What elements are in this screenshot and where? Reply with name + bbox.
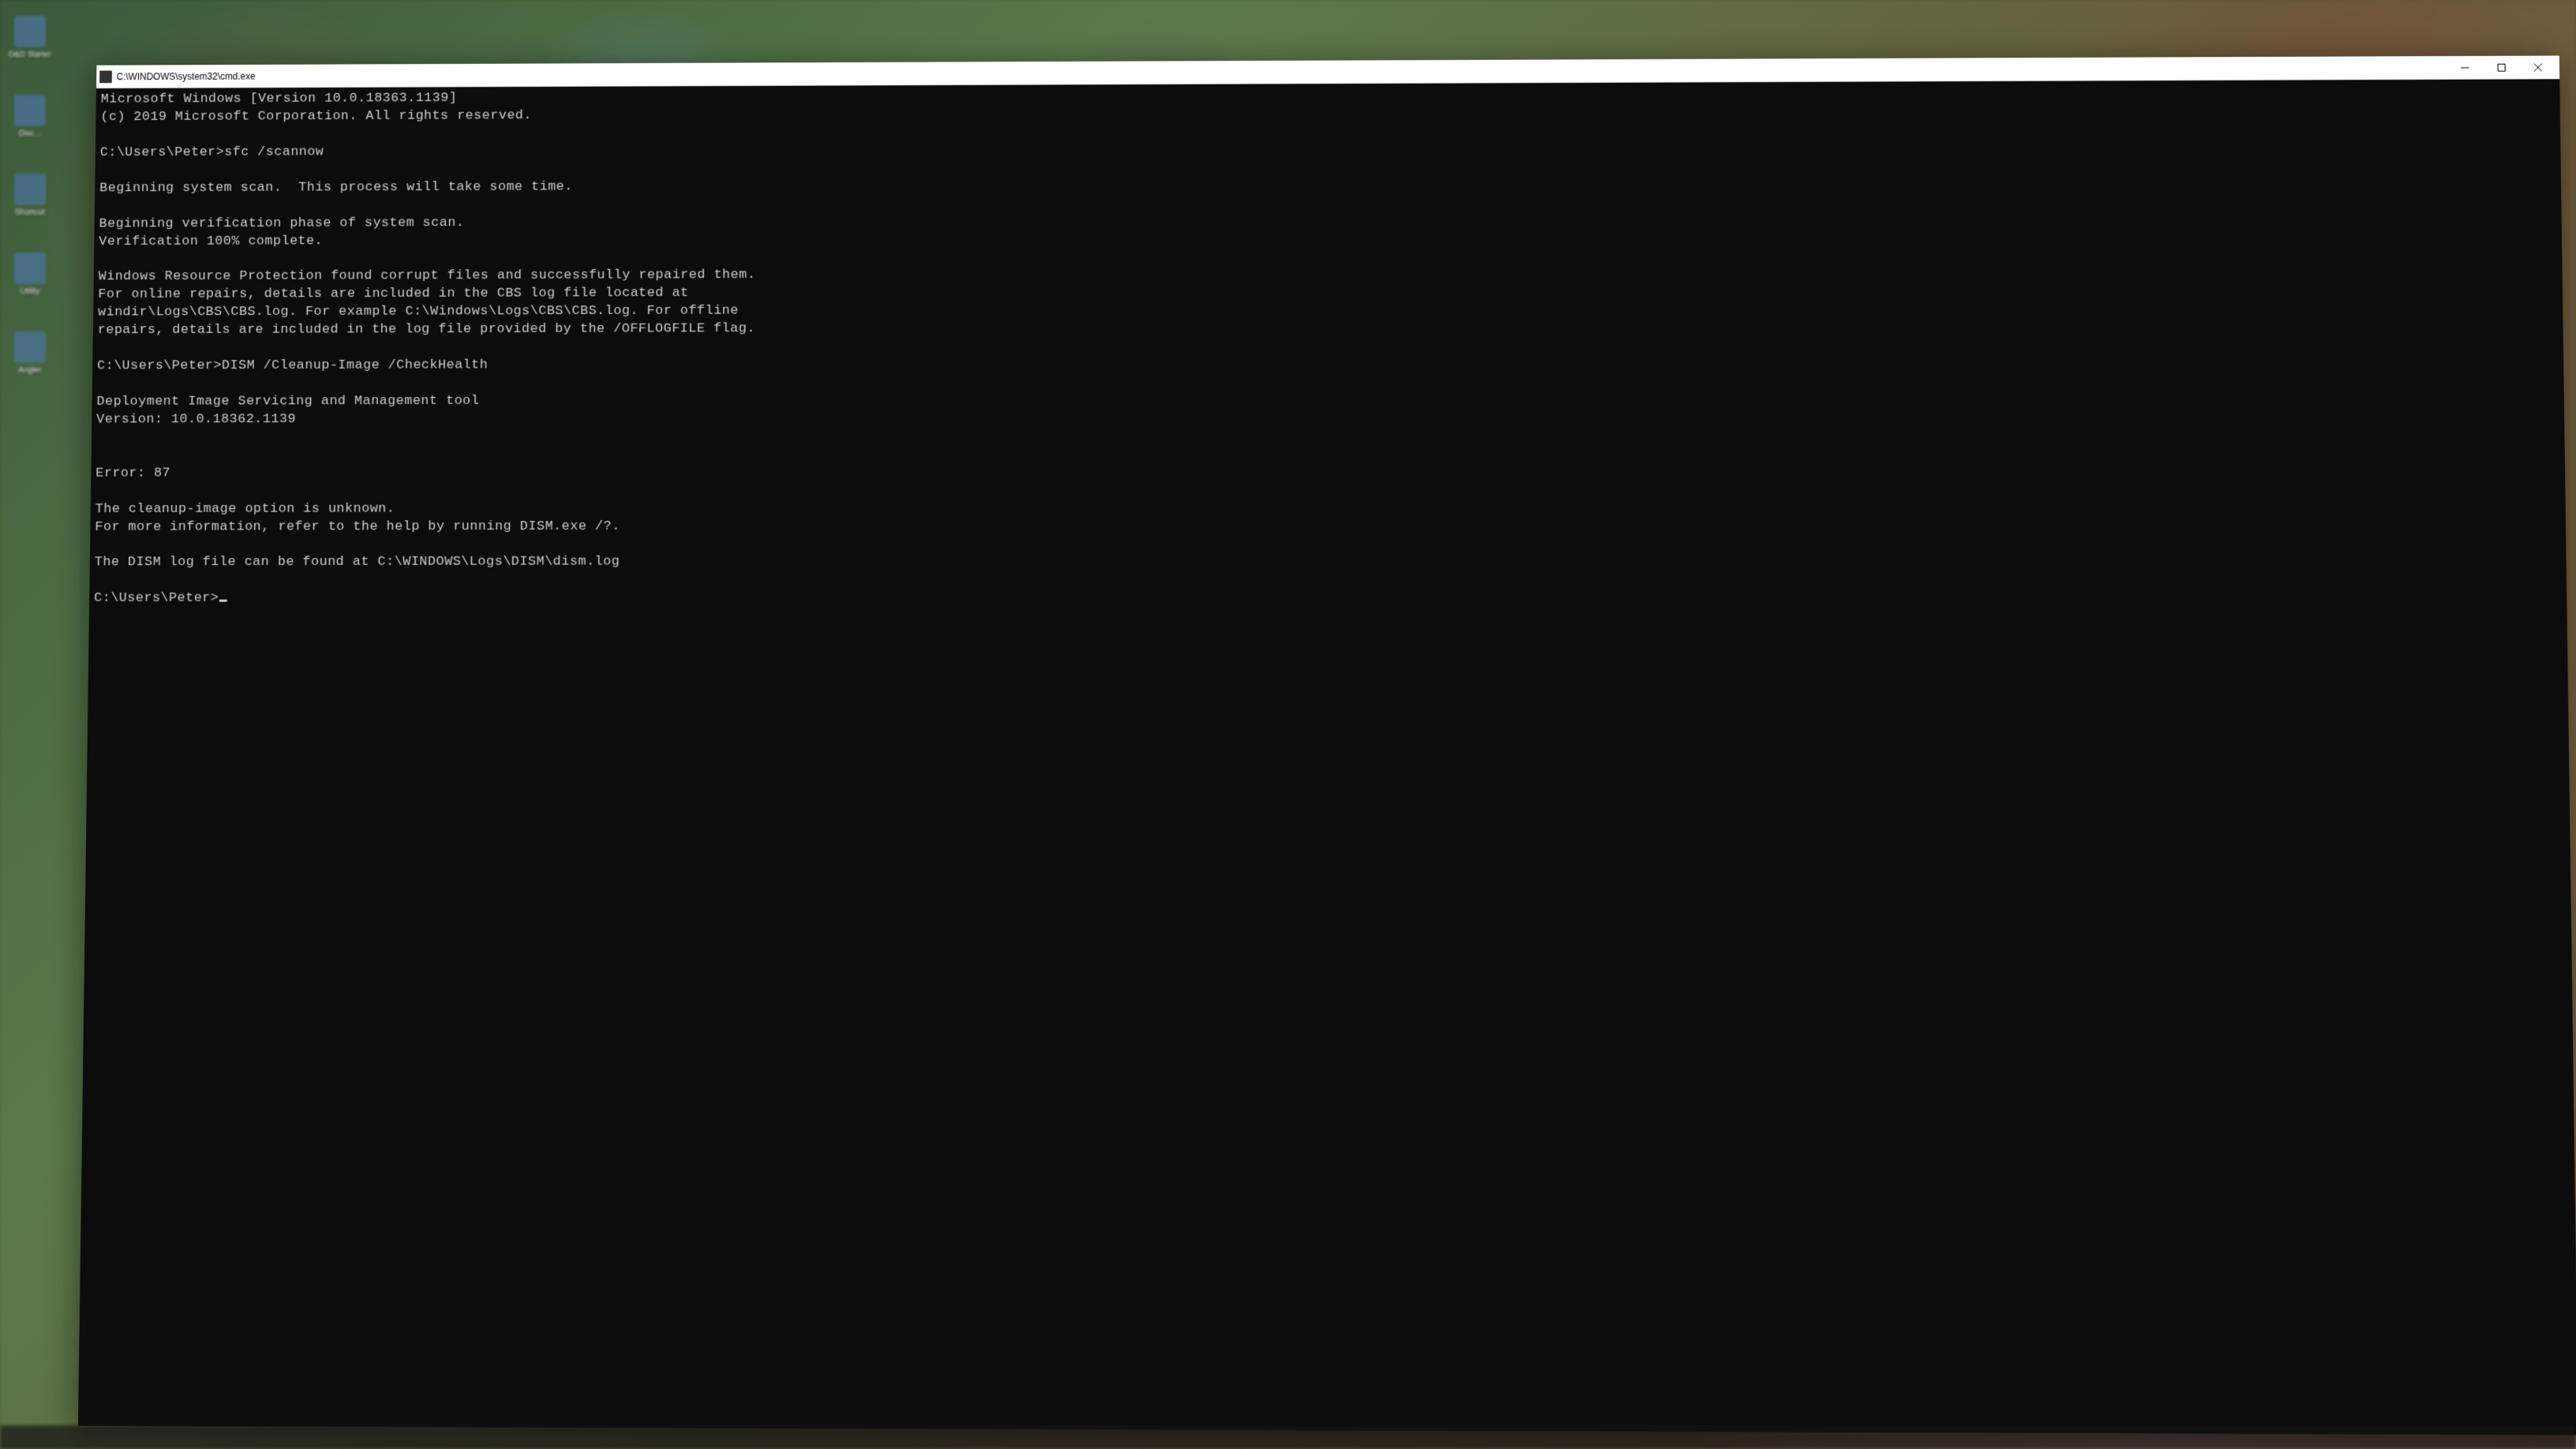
icon-label: D&D Starter xyxy=(9,51,51,59)
desktop-icon[interactable]: Angler xyxy=(6,331,54,387)
taskbar[interactable] xyxy=(0,1425,2576,1449)
desktop-icon[interactable]: Shortcut xyxy=(6,174,54,229)
app-icon xyxy=(14,174,46,205)
command-prompt-window: C:\WINDOWS\system32\cmd.exe Microsoft Wi… xyxy=(78,56,2576,1436)
terminal-line: The DISM log file can be found at C:\WIN… xyxy=(95,552,2562,572)
terminal-cursor xyxy=(219,600,227,602)
icon-label: Disc... xyxy=(19,129,41,138)
terminal-line: C:\Users\Peter> xyxy=(94,588,2562,608)
desktop-icons-column: D&D Starter Disc... Shortcut Utility Ang… xyxy=(0,0,71,1449)
maximize-icon xyxy=(2497,63,2505,71)
icon-label: Utility xyxy=(21,287,39,296)
window-controls xyxy=(2447,55,2556,79)
close-button[interactable] xyxy=(2520,55,2557,79)
maximize-button[interactable] xyxy=(2483,55,2520,79)
desktop-icon[interactable]: Utility xyxy=(6,253,54,308)
terminal-output[interactable]: Microsoft Windows [Version 10.0.18363.11… xyxy=(78,79,2576,1435)
minimize-icon xyxy=(2461,63,2469,71)
app-icon xyxy=(14,95,46,126)
app-icon xyxy=(14,16,46,47)
icon-label: Shortcut xyxy=(15,208,44,217)
icon-label: Angler xyxy=(19,366,42,375)
cmd-icon xyxy=(99,70,112,83)
app-icon xyxy=(14,253,46,284)
app-icon xyxy=(14,331,46,363)
desktop-icon[interactable]: Disc... xyxy=(6,95,54,150)
terminal-line xyxy=(94,570,2562,590)
desktop-icon[interactable]: D&D Starter xyxy=(6,16,54,71)
minimize-button[interactable] xyxy=(2447,55,2484,79)
window-title: C:\WINDOWS\system32\cmd.exe xyxy=(117,62,2447,82)
close-icon xyxy=(2534,63,2542,71)
